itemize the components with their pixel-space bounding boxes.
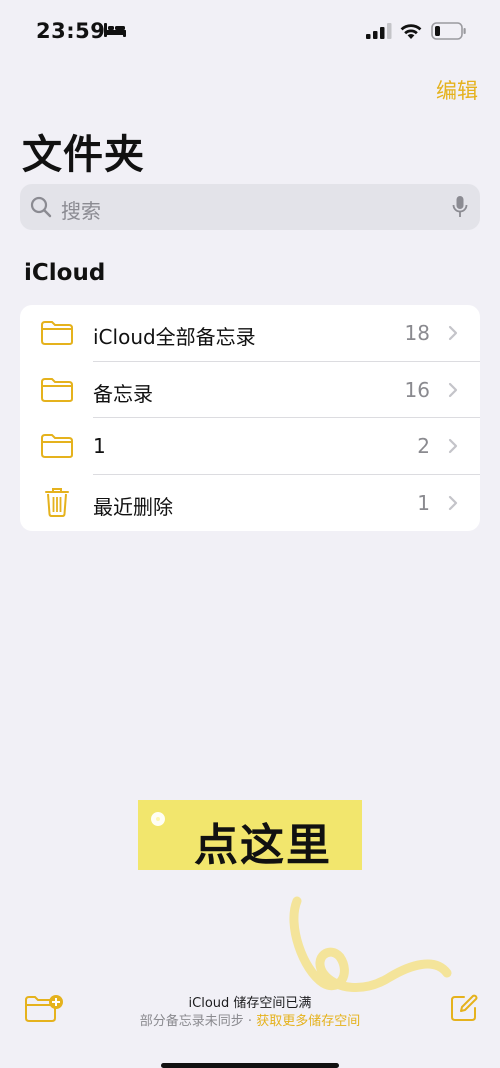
status-time: 23:59 <box>36 19 106 43</box>
folder-count: 1 <box>417 490 430 515</box>
chevron-right-icon <box>448 438 458 454</box>
tag-text: 点这里 <box>194 820 332 871</box>
folder-row-all-notes[interactable]: iCloud全部备忘录 18 <box>20 305 480 362</box>
storage-status-line: 部分备忘录未同步 · 获取更多储存空间 <box>0 1010 500 1029</box>
folder-list: iCloud全部备忘录 18 备忘录 16 1 2 最近删除 1 <box>20 305 480 531</box>
signal-icon <box>366 23 392 39</box>
tag-banner: 点这里 <box>138 800 362 871</box>
squiggle-decoration <box>289 896 452 993</box>
folder-label: 1 <box>93 434 106 458</box>
folder-row-notes[interactable]: 备忘录 16 <box>20 362 480 418</box>
compose-icon[interactable] <box>450 994 478 1022</box>
wifi-icon <box>400 24 422 39</box>
status-bar: 23:59 <box>0 0 500 60</box>
trash-icon <box>45 487 69 517</box>
battery-icon <box>431 22 466 40</box>
search-input[interactable]: 搜索 <box>20 184 480 230</box>
folder-label: iCloud全部备忘录 <box>93 325 256 349</box>
chevron-right-icon <box>448 325 458 341</box>
edit-button[interactable]: 编辑 <box>436 75 478 105</box>
home-indicator <box>161 1063 339 1068</box>
folder-count: 18 <box>404 321 430 345</box>
folder-row-1[interactable]: 1 2 <box>20 418 480 475</box>
storage-full-title: iCloud 储存空间已满 <box>188 996 312 1011</box>
folder-count: 2 <box>417 434 430 458</box>
folder-icon <box>41 377 73 402</box>
section-header-icloud[interactable]: iCloud <box>24 260 105 286</box>
folder-count: 16 <box>404 377 430 402</box>
get-more-storage-link[interactable]: 获取更多储存空间 <box>256 1014 360 1029</box>
folder-icon <box>41 434 73 458</box>
chevron-right-icon <box>448 495 458 510</box>
chevron-right-icon <box>448 382 458 397</box>
page-title: 文件夹 <box>22 132 145 178</box>
search-placeholder: 搜索 <box>61 199 101 223</box>
storage-separator: · <box>243 1014 257 1029</box>
storage-status: 部分备忘录未同步 <box>139 1014 244 1029</box>
folder-row-recently-deleted[interactable]: 最近删除 1 <box>20 475 480 532</box>
mic-icon[interactable] <box>452 195 468 219</box>
folder-icon <box>41 321 73 345</box>
search-icon <box>30 196 52 218</box>
folder-label: 备忘录 <box>93 381 153 406</box>
bed-icon <box>104 23 126 37</box>
tag-hole <box>147 808 169 830</box>
folder-label: 最近删除 <box>93 494 173 519</box>
